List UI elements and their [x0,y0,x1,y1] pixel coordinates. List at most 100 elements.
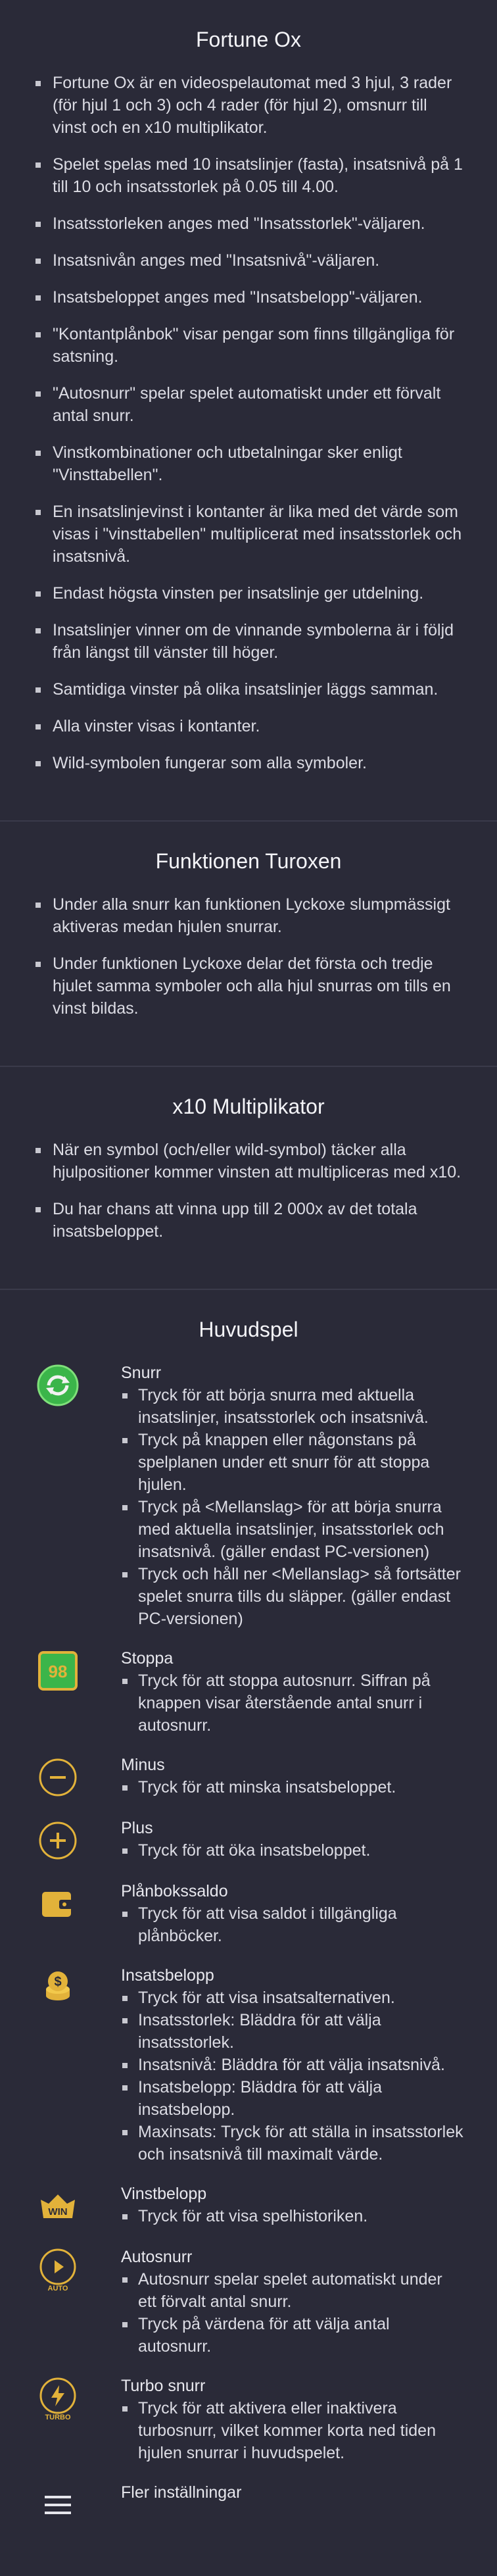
feature-details: Tryck för att visa spelhistoriken. [121,2205,464,2227]
feature-body: Plånbokssaldo Tryck för att visa saldot i… [83,1880,464,1947]
feature-title: Autosnurr [121,2248,193,2266]
feature-title: Minus [121,1756,165,1774]
feature-title: Vinstbelopp [121,2185,207,2203]
svg-text:WIN: WIN [48,2206,67,2217]
feature-detail: Tryck på knappen eller någonstans på spe… [121,1429,464,1496]
feature-detail: Insatsstorlek: Bläddra för att välja ins… [121,2009,464,2054]
rule-item: Insatsbeloppet anges med "Insatsbelopp"-… [33,286,464,309]
rule-item: Wild-symbolen fungerar som alla symboler… [33,752,464,774]
feature-minus: Minus Tryck för att minska insatsbeloppet… [33,1754,464,1800]
feature-detail: Tryck för att minska insatsbeloppet. [121,1776,464,1798]
feature-details: Tryck för att stoppa autosnurr. Siffran … [121,1670,464,1737]
feature-plus: Plus Tryck för att öka insatsbeloppet. [33,1817,464,1863]
feature-detail: Tryck på <Mellanslag> för att börja snur… [121,1496,464,1563]
bet-coins-icon: $ [33,1964,83,2166]
feature-body: Minus Tryck för att minska insatsbeloppet… [83,1754,464,1800]
feature-detail: Tryck för att börja snurra med aktuella … [121,1384,464,1429]
rule-item: Endast högsta vinsten per insatslinje ge… [33,582,464,605]
feature-detail: Tryck för att öka insatsbeloppet. [121,1839,464,1862]
rules-list: Under alla snurr kan funktionen Lyckoxe … [33,893,464,1020]
rules-list: När en symbol (och/eller wild-symbol) tä… [33,1139,464,1243]
minus-icon [33,1754,83,1800]
turbo-icon: TURBO [33,2375,83,2464]
feature-detail: Tryck för att visa insatsalternativen. [121,1987,464,2009]
rule-item: Under alla snurr kan funktionen Lyckoxe … [33,893,464,938]
feature-detail: Insatsbelopp: Bläddra för att välja insa… [121,2076,464,2121]
feature-details: Tryck för att börja snurra med aktuella … [121,1384,464,1630]
feature-win: WIN Vinstbelopp Tryck för att visa spelhis… [33,2183,464,2229]
feature-detail: Insatsnivå: Bläddra för att välja insats… [121,2054,464,2076]
feature-detail: Maxinsats: Tryck för att ställa in insat… [121,2121,464,2166]
feature-detail: Autosnurr spelar spelet automatiskt unde… [121,2268,464,2313]
feature-title: Plånbokssaldo [121,1882,228,1900]
feature-details: Tryck för att aktivera eller inaktivera … [121,2397,464,2464]
svg-text:$: $ [54,1975,61,1989]
rule-item: En insatslinjevinst i kontanter är lika … [33,501,464,568]
menu-icon [33,2481,83,2527]
section-multiplier: x10 Multiplikator När en symbol (och/ell… [0,1067,497,1290]
section-title: Huvudspel [199,1318,298,1341]
feature-menu: Fler inställningar [33,2481,464,2527]
feature-wallet: Plånbokssaldo Tryck för att visa saldot i… [33,1880,464,1947]
wallet-icon [33,1880,83,1947]
rule-item: När en symbol (och/eller wild-symbol) tä… [33,1139,464,1183]
section-title: Funktionen Turoxen [155,849,342,873]
feature-detail: Tryck för att stoppa autosnurr. Siffran … [121,1670,464,1737]
feature-details: Tryck för att visa insatsalternativen. In… [121,1987,464,2166]
feature-detail: Tryck på värdena för att välja antal aut… [121,2313,464,2358]
rule-item: Alla vinster visas i kontanter. [33,715,464,737]
plus-icon [33,1817,83,1863]
feature-body: Stoppa Tryck för att stoppa autosnurr. Si… [83,1647,464,1737]
rule-item: Under funktionen Lyckoxe delar det först… [33,953,464,1020]
feature-title: Fler inställningar [121,2483,242,2502]
feature-bet-coins: $ Insatsbelopp Tryck för att visa insatsal… [33,1964,464,2166]
feature-title: Stoppa [121,1649,174,1668]
rule-item: Insatslinjer vinner om de vinnande symbo… [33,619,464,664]
feature-body: Autosnurr Autosnurr spelar spelet automat… [83,2246,464,2358]
stop-icon: 98 [33,1647,83,1737]
feature-title: Snurr [121,1364,162,1382]
section-title: Fortune Ox [195,28,302,51]
section-turox: Funktionen Turoxen Under alla snurr kan … [0,822,497,1067]
feature-list: Snurr Tryck för att börja snurra med aktu… [33,1362,464,2527]
svg-text:TURBO: TURBO [45,2414,71,2421]
win-icon: WIN [33,2183,83,2229]
section-title: x10 Multiplikator [172,1095,325,1118]
rule-item: Samtidiga vinster på olika insatslinjer … [33,678,464,701]
rule-item: Insatsnivån anges med "Insatsnivå"-välja… [33,249,464,272]
svg-text:AUTO: AUTO [48,2285,68,2292]
rules-list: Fortune Ox är en videospelautomat med 3 … [33,72,464,774]
feature-body: Vinstbelopp Tryck för att visa spelhistor… [83,2183,464,2229]
spin-icon [33,1362,83,1630]
rule-item: "Autosnurr" spelar spelet automatiskt un… [33,382,464,427]
rule-item: Insatsstorleken anges med "Insatsstorlek… [33,212,464,235]
feature-body: Fler inställningar [83,2481,464,2527]
section-game: Fortune Ox Fortune Ox är en videospelaut… [0,0,497,822]
feature-title: Plus [121,1819,153,1837]
rule-item: Vinstkombinationer och utbetalningar ske… [33,441,464,486]
feature-body: Insatsbelopp Tryck för att visa insatsalt… [83,1964,464,2166]
feature-detail: Tryck för att visa saldot i tillgängliga… [121,1902,464,1947]
auto-icon: AUTO [33,2246,83,2358]
feature-title: Turbo snurr [121,2377,206,2395]
feature-details: Tryck för att öka insatsbeloppet. [121,1839,464,1862]
feature-details: Autosnurr spelar spelet automatiskt unde… [121,2268,464,2358]
svg-text:98: 98 [49,1662,68,1681]
feature-auto: AUTO Autosnurr Autosnurr spelar spelet aut… [33,2246,464,2358]
section-main: Huvudspel Snurr Tryck för att börja snurr… [0,1290,497,2576]
rule-item: Fortune Ox är en videospelautomat med 3 … [33,72,464,139]
rule-item: "Kontantplånbok" visar pengar som finns … [33,323,464,368]
feature-detail: Tryck för att aktivera eller inaktivera … [121,2397,464,2464]
feature-detail: Tryck och håll ner <Mellanslag> så forts… [121,1563,464,1630]
feature-body: Snurr Tryck för att börja snurra med aktu… [83,1362,464,1630]
feature-turbo: TURBO Turbo snurr Tryck för att aktivera e… [33,2375,464,2464]
rule-item: Du har chans att vinna upp till 2 000x a… [33,1198,464,1243]
feature-details: Tryck för att minska insatsbeloppet. [121,1776,464,1798]
rule-item: Spelet spelas med 10 insatslinjer (fasta… [33,153,464,198]
feature-body: Plus Tryck för att öka insatsbeloppet. [83,1817,464,1863]
feature-stop: 98 Stoppa Tryck för att stoppa autosnurr. … [33,1647,464,1737]
feature-title: Insatsbelopp [121,1966,214,1985]
feature-details: Tryck för att visa saldot i tillgängliga… [121,1902,464,1947]
feature-spin: Snurr Tryck för att börja snurra med aktu… [33,1362,464,1630]
feature-body: Turbo snurr Tryck för att aktivera eller … [83,2375,464,2464]
